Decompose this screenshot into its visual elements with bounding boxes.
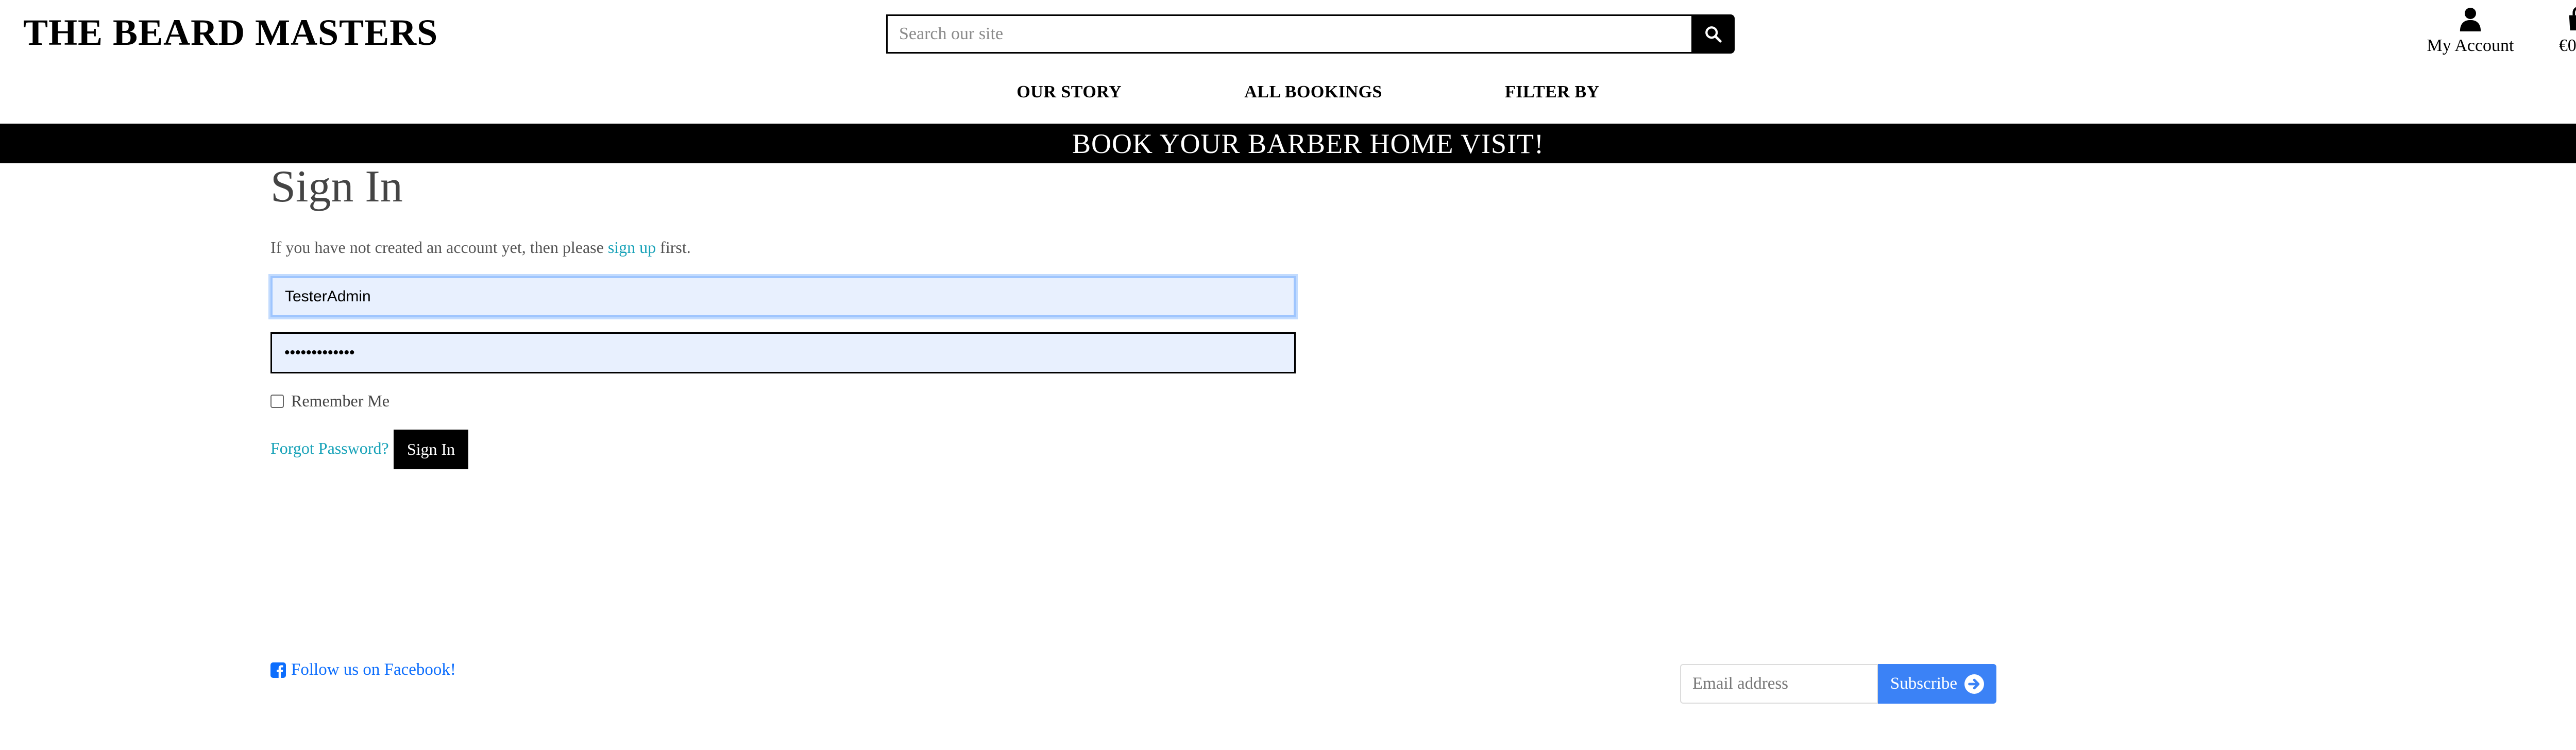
search-input[interactable] <box>886 14 1691 54</box>
signup-link[interactable]: sign up <box>608 238 656 257</box>
nav-our-story[interactable]: OUR STORY <box>1016 82 1122 102</box>
shopping-bag-icon <box>2569 7 2576 30</box>
search-bar <box>886 14 1735 54</box>
search-icon <box>1705 26 1722 43</box>
remember-me-checkbox[interactable] <box>270 394 284 408</box>
signup-prompt-prefix: If you have not created an account yet, … <box>270 238 604 257</box>
nav-filter-by[interactable]: FILTER BY <box>1448 82 1600 102</box>
cart-link[interactable]: €0.00 <box>2550 6 2576 56</box>
page-title: Sign In <box>270 162 403 212</box>
subscribe-button[interactable]: Subscribe <box>1878 664 1996 704</box>
remember-me[interactable]: Remember Me <box>270 391 389 411</box>
facebook-link[interactable]: Follow us on Facebook! <box>270 660 456 679</box>
facebook-icon <box>270 662 286 678</box>
my-account-label: My Account <box>2427 36 2514 55</box>
search-button[interactable] <box>1691 14 1735 54</box>
arrow-circle-right-icon <box>1964 674 1985 694</box>
username-field[interactable]: TesterAdmin <box>270 276 1296 317</box>
user-icon <box>2460 8 2481 31</box>
cart-total: €0.00 <box>2558 36 2576 55</box>
newsletter-email-input[interactable] <box>1680 664 1878 704</box>
subscribe-label: Subscribe <box>1890 674 1958 693</box>
signup-prompt-suffix: first. <box>660 238 691 257</box>
sign-in-button[interactable]: Sign In <box>394 430 468 469</box>
my-account-link[interactable]: My Account <box>2421 6 2519 56</box>
password-field[interactable]: ••••••••••••• <box>270 332 1296 373</box>
site-logo-text[interactable]: THE BEARD MASTERS <box>23 11 438 54</box>
signup-prompt: If you have not created an account yet, … <box>270 238 691 257</box>
forgot-password-link[interactable]: Forgot Password? <box>270 439 389 458</box>
nav-all-bookings[interactable]: ALL BOOKINGS <box>1188 82 1382 102</box>
remember-me-label: Remember Me <box>291 391 390 410</box>
promo-banner: BOOK YOUR BARBER HOME VISIT! <box>0 124 2576 163</box>
facebook-label: Follow us on Facebook! <box>291 660 456 679</box>
main-nav: OUR STORY ALL BOOKINGS FILTER BY <box>0 82 2576 102</box>
